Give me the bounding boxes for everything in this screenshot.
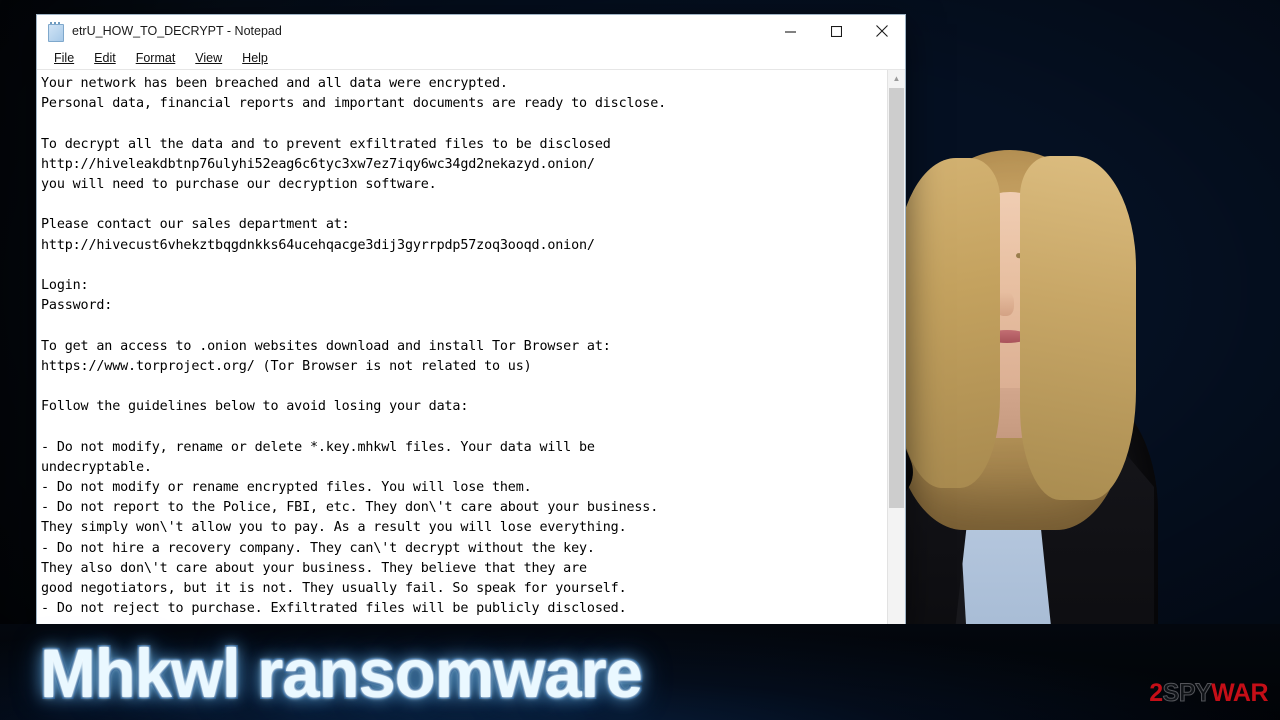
menu-help-label: Help — [242, 51, 268, 65]
notepad-menubar: File Edit Format View Help — [37, 47, 905, 69]
close-button[interactable] — [859, 15, 905, 47]
minimize-button[interactable] — [767, 15, 813, 47]
scroll-up-arrow-icon[interactable]: ▲ — [888, 70, 905, 87]
menu-item-format[interactable]: Format — [127, 49, 185, 67]
menu-edit-label: Edit — [94, 51, 116, 65]
maximize-button[interactable] — [813, 15, 859, 47]
vertical-scrollbar[interactable]: ▲ — [887, 70, 905, 627]
menu-item-view[interactable]: View — [186, 49, 231, 67]
menu-item-edit[interactable]: Edit — [85, 49, 125, 67]
menu-item-help[interactable]: Help — [233, 49, 277, 67]
watermark-part-2: 2 — [1149, 679, 1163, 707]
menu-item-file[interactable]: File — [45, 49, 83, 67]
notepad-titlebar[interactable]: etrU_HOW_TO_DECRYPT - Notepad — [37, 15, 905, 47]
menu-format-label: Format — [135, 51, 176, 65]
screenshot-root: etrU_HOW_TO_DECRYPT - Notepad File Edit … — [0, 0, 1280, 720]
notepad-icon — [48, 22, 64, 42]
window-controls — [767, 15, 905, 47]
watermark-part-war: WAR — [1211, 679, 1268, 707]
scrollbar-thumb[interactable] — [889, 88, 904, 508]
notepad-body: Your network has been breached and all d… — [37, 69, 905, 627]
ransom-note-text[interactable]: Your network has been breached and all d… — [37, 70, 887, 627]
notepad-window: etrU_HOW_TO_DECRYPT - Notepad File Edit … — [36, 14, 906, 628]
window-title: etrU_HOW_TO_DECRYPT - Notepad — [72, 24, 282, 38]
banner-title: Mhkwl ransomware — [40, 635, 643, 712]
menu-file-label: File — [54, 51, 75, 65]
menu-view-label: View — [195, 51, 223, 65]
site-watermark-logo: 2 SPY WAR — [1149, 679, 1268, 707]
bottom-banner: Mhkwl ransomware 2 SPY WAR — [0, 624, 1280, 720]
watermark-part-spy: SPY — [1162, 679, 1212, 707]
